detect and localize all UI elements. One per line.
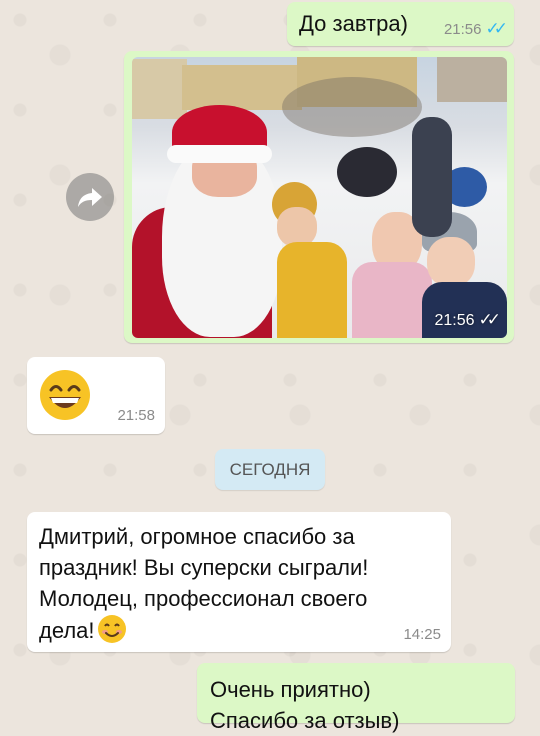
trees: [282, 77, 422, 137]
double-check-icon: ✓✓: [485, 19, 508, 38]
message-line: Дмитрий, огромное спасибо за: [39, 524, 355, 549]
kid-jacket: [277, 242, 347, 338]
kid-face: [277, 207, 317, 247]
person: [412, 117, 452, 237]
message-meta: 21:56 ✓✓: [443, 19, 508, 39]
message-line: праздник! Вы суперски сыграли!: [39, 555, 369, 580]
date-separator: СЕГОДНЯ: [215, 449, 325, 490]
message-time: 21:56: [434, 312, 475, 329]
incoming-message[interactable]: Дмитрий, огромное спасибо за праздник! В…: [27, 512, 451, 652]
message-line: Молодец, профессионал своего: [39, 586, 368, 611]
photo-meta: 21:56 ✓✓: [434, 310, 501, 330]
building: [132, 59, 187, 119]
message-text: До завтра): [299, 11, 408, 36]
forward-button[interactable]: [66, 173, 114, 221]
kid-jacket: [352, 262, 432, 338]
outgoing-photo-message[interactable]: 21:56 ✓✓: [124, 51, 514, 343]
message-time: 21:56: [443, 21, 482, 38]
building: [437, 57, 507, 102]
message-line: дела!: [39, 618, 95, 643]
double-check-icon: ✓✓: [478, 310, 501, 329]
message-time: 14:25: [403, 626, 441, 643]
outgoing-message[interactable]: До завтра) 21:56 ✓✓: [287, 2, 514, 46]
message-time: 21:58: [117, 407, 155, 424]
santa-hat-trim: [167, 145, 272, 163]
grinning-face-smiling-eyes-icon: [40, 370, 90, 420]
incoming-message[interactable]: 21:58: [27, 357, 165, 434]
kid-face: [427, 237, 475, 287]
kid-hat: [337, 147, 397, 197]
message-line: Очень приятно): [210, 677, 371, 702]
outgoing-message[interactable]: Очень приятно) Спасибо за отзыв): [197, 663, 515, 733]
smiling-face-icon: [97, 615, 126, 643]
message-line-last: дела!: [39, 614, 439, 646]
photo[interactable]: 21:56 ✓✓: [132, 57, 507, 338]
forward-icon: [78, 188, 102, 207]
